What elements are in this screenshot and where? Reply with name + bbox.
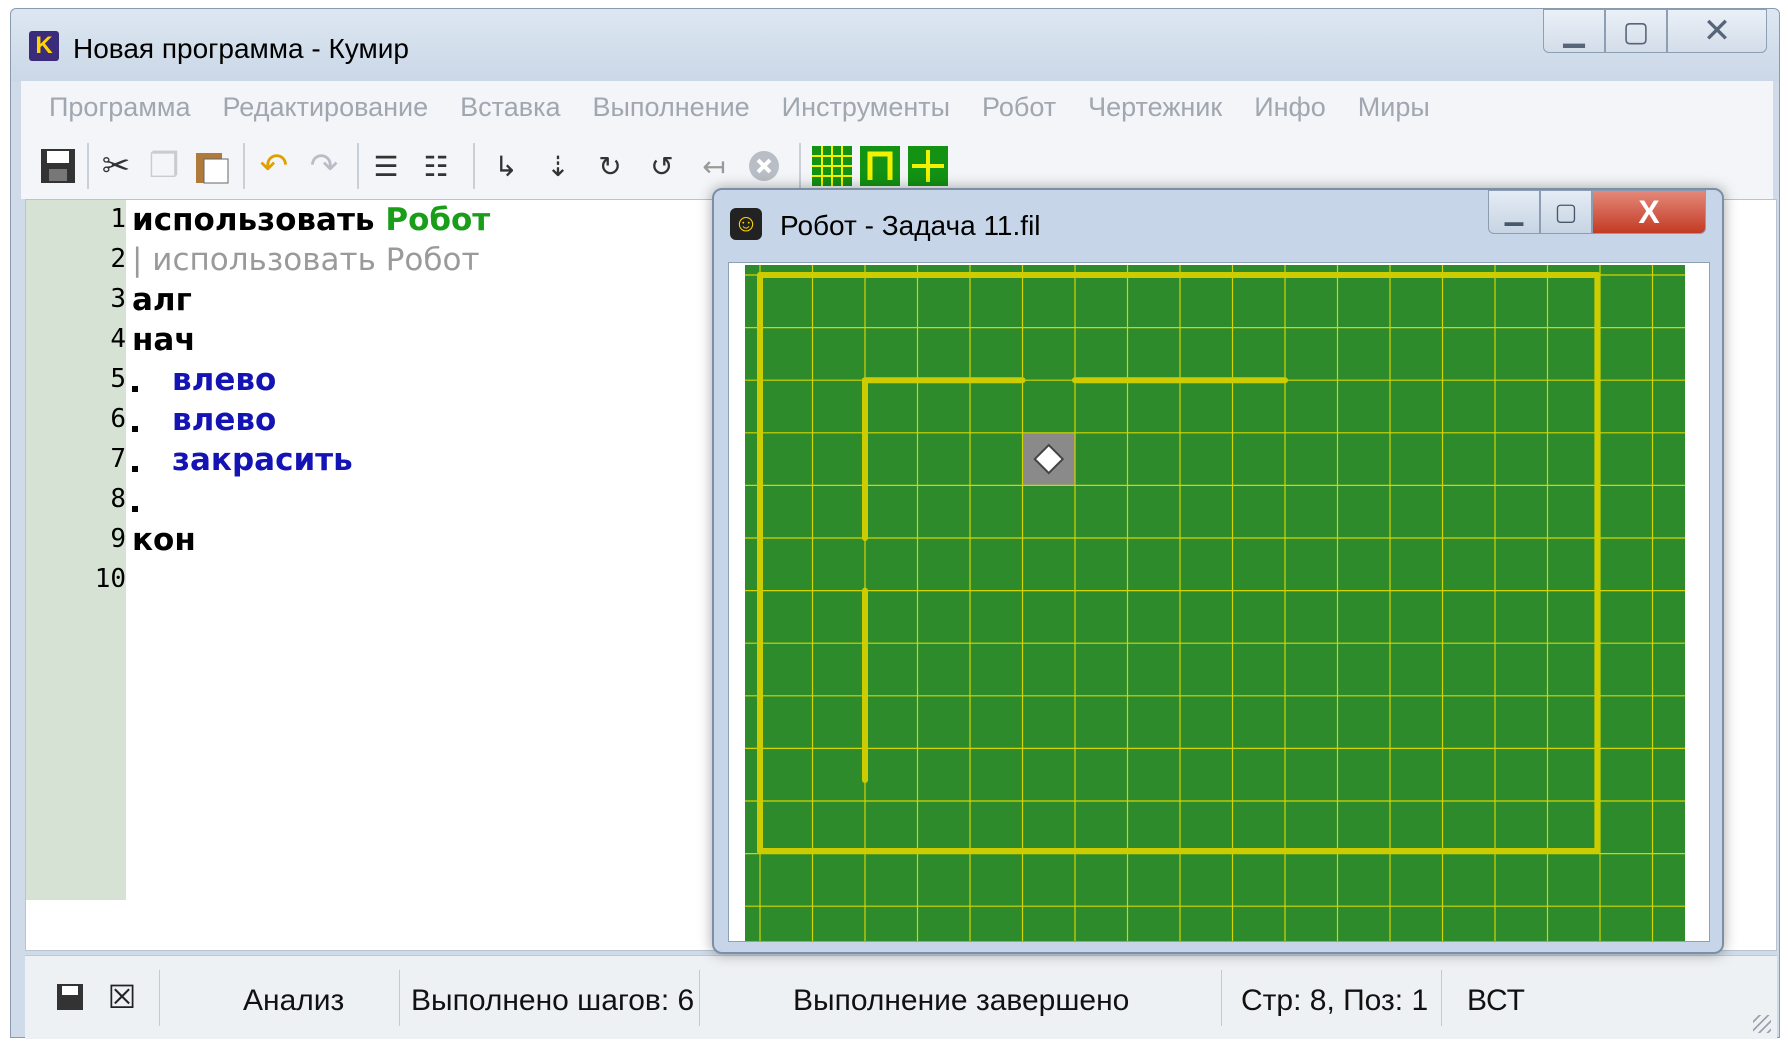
indent-marker bbox=[132, 386, 138, 392]
line-number: 9 bbox=[110, 524, 126, 554]
menu-worlds[interactable]: Миры bbox=[1358, 92, 1430, 123]
code-line: 3 алг bbox=[26, 280, 726, 320]
step-into-icon[interactable]: ↻ bbox=[589, 145, 631, 187]
cut-icon[interactable]: ✂ bbox=[95, 145, 137, 187]
step-over-icon[interactable]: ⇣ bbox=[537, 145, 579, 187]
robot-window-title: Робот - Задача 11.fil bbox=[780, 210, 1041, 241]
menu-program[interactable]: Программа bbox=[49, 92, 190, 123]
code-line: 4 нач bbox=[26, 320, 726, 360]
code-text: закрасить bbox=[172, 442, 353, 478]
close-file-icon[interactable]: ☒ bbox=[105, 979, 139, 1015]
field-background bbox=[745, 265, 1685, 941]
line-number: 3 bbox=[110, 284, 126, 314]
paste-icon[interactable] bbox=[191, 145, 233, 187]
robot-grid-icon[interactable] bbox=[811, 145, 853, 187]
indent-marker bbox=[132, 506, 138, 512]
step-out-icon[interactable]: ↺ bbox=[641, 145, 683, 187]
code-text: алг bbox=[132, 282, 192, 318]
line-number: 6 bbox=[110, 404, 126, 434]
menu-edit[interactable]: Редактирование bbox=[222, 92, 428, 123]
menu-tools[interactable]: Инструменты bbox=[782, 92, 950, 123]
minimize-icon[interactable]: ▁ bbox=[1543, 9, 1605, 53]
menu-robot[interactable]: Робот bbox=[982, 92, 1056, 123]
code-line: 2 | использовать Робот bbox=[26, 240, 726, 280]
code-text: нач bbox=[132, 322, 196, 358]
indent-marker bbox=[132, 466, 138, 472]
module-name: Робот bbox=[385, 202, 491, 238]
analysis-status: Анализ bbox=[243, 984, 345, 1017]
code-line: 9 кон bbox=[26, 520, 726, 560]
code-text: кон bbox=[132, 522, 196, 558]
line-number: 8 bbox=[110, 484, 126, 514]
menu-insert[interactable]: Вставка bbox=[460, 92, 560, 123]
window-title: Новая программа - Кумир bbox=[73, 33, 409, 64]
insert-mode: ВСТ bbox=[1467, 984, 1526, 1017]
comment-text: | использовать Робот bbox=[132, 242, 480, 278]
maximize-icon[interactable]: ▢ bbox=[1605, 9, 1667, 53]
menu-info[interactable]: Инфо bbox=[1254, 92, 1326, 123]
step-in-icon[interactable]: ↳ bbox=[485, 145, 527, 187]
indent-marker bbox=[132, 426, 138, 432]
undo-icon[interactable]: ↶ bbox=[253, 145, 295, 187]
robot-face-icon: ☺ bbox=[730, 208, 762, 240]
line-number: 2 bbox=[110, 244, 126, 274]
robot-field[interactable] bbox=[745, 265, 1685, 941]
robot-pi-icon[interactable] bbox=[859, 145, 901, 187]
minimize-icon[interactable]: ▁ bbox=[1488, 190, 1540, 234]
robot-window-caption-buttons: ▁ ▢ X bbox=[1488, 190, 1706, 234]
line-number: 10 bbox=[94, 564, 126, 594]
code-line: 8 bbox=[26, 480, 726, 520]
robot-window: ☺ Робот - Задача 11.fil ▁ ▢ X bbox=[712, 188, 1724, 954]
save-icon[interactable] bbox=[37, 145, 79, 187]
execution-state: Выполнение завершено bbox=[793, 984, 1130, 1017]
stop-icon[interactable] bbox=[743, 145, 785, 187]
line-number: 5 bbox=[110, 364, 126, 394]
code-line: 1 использовать Робот bbox=[26, 200, 726, 240]
code-line: 10 bbox=[26, 560, 726, 600]
line-number: 7 bbox=[110, 444, 126, 474]
line-number: 1 bbox=[110, 204, 126, 234]
copy-icon[interactable]: ❐ bbox=[143, 145, 185, 187]
keyword-use: использовать bbox=[132, 202, 375, 238]
close-icon[interactable]: X bbox=[1592, 190, 1706, 234]
window-caption-buttons: ▁ ▢ ✕ bbox=[1543, 9, 1767, 53]
menu-drawer[interactable]: Чертежник bbox=[1088, 92, 1222, 123]
code-line: 7 закрасить bbox=[26, 440, 726, 480]
code-line: 5 влево bbox=[26, 360, 726, 400]
unindent-icon[interactable]: ☷ bbox=[415, 145, 457, 187]
save-icon[interactable] bbox=[53, 980, 87, 1014]
resize-grip-icon[interactable] bbox=[1753, 1015, 1771, 1033]
step-back-icon[interactable]: ↤ bbox=[693, 145, 735, 187]
code-text: влево bbox=[172, 362, 277, 398]
menu-bar: Программа Редактирование Вставка Выполне… bbox=[21, 81, 1773, 133]
cursor-position: Стр: 8, Поз: 1 bbox=[1241, 984, 1429, 1017]
code-text: использовать Робот bbox=[132, 202, 490, 238]
indent-icon[interactable]: ☰ bbox=[365, 145, 407, 187]
title-bar: K Новая программа - Кумир ▁ ▢ ✕ bbox=[11, 9, 1779, 81]
robot-field-frame bbox=[728, 262, 1710, 942]
code-text: влево bbox=[172, 402, 277, 438]
line-number: 4 bbox=[110, 324, 126, 354]
menu-run[interactable]: Выполнение bbox=[593, 92, 750, 123]
code-line: 6 влево bbox=[26, 400, 726, 440]
redo-icon[interactable]: ↷ bbox=[303, 145, 345, 187]
status-bar: ☒ Анализ Выполнено шагов: 6 Выполнение з… bbox=[25, 955, 1777, 1039]
close-icon[interactable]: ✕ bbox=[1667, 9, 1767, 53]
kumir-app-icon: K bbox=[29, 31, 59, 61]
drawer-cross-icon[interactable] bbox=[907, 145, 949, 187]
maximize-icon[interactable]: ▢ bbox=[1540, 190, 1592, 234]
steps-counter: Выполнено шагов: 6 bbox=[411, 984, 695, 1017]
